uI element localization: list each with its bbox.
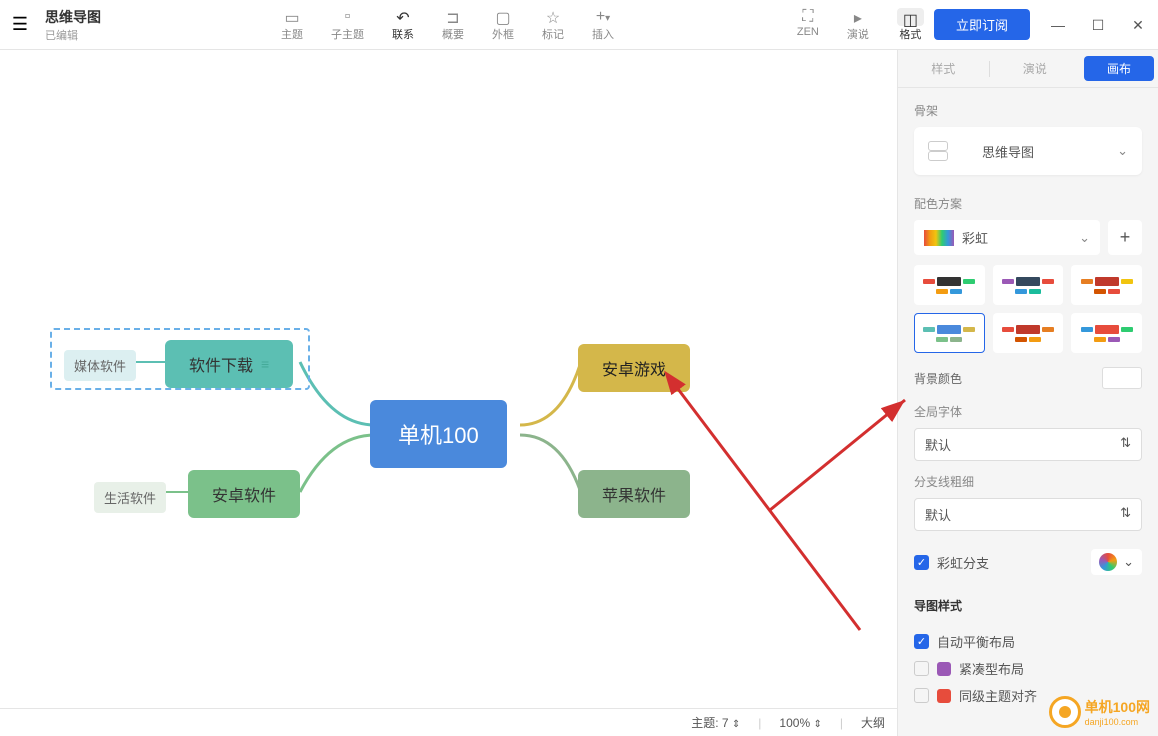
watermark: 单机100网 danji100.com [1049,696,1150,728]
rainbow-branch-label: 彩虹分支 [937,553,989,572]
document-title: 思维导图 [45,7,101,27]
tool-topic[interactable]: ▭主题 [281,8,303,42]
play-icon: ▸ [847,8,869,26]
mindmap-canvas[interactable]: 媒体软件 软件下载 生活软件 安卓软件 单机100 安卓游戏 苹果软件 主题: … [0,50,898,736]
branchwidth-label: 分支线粗细 [914,473,1142,490]
divider: | [758,716,761,730]
skeleton-icon [928,141,968,161]
relationship-icon: ↶ [392,8,414,26]
plus-icon: +▾ [592,8,614,26]
summary-icon: ⊐ [442,8,464,26]
branchwidth-select[interactable]: 默认⇅ [914,498,1142,531]
main-toolbar: ▭主题 ▫子主题 ↶联系 ⊐概要 ▢外框 ☆标记 +▾插入 [281,8,614,42]
tool-relationship[interactable]: ↶联系 [392,8,414,42]
globalfont-label: 全局字体 [914,403,1142,420]
outline-toggle[interactable]: 大纲 [861,714,885,731]
chevron-down-icon: ⌄ [1117,143,1128,159]
subscribe-button[interactable]: 立即订阅 [934,9,1030,40]
bgcolor-picker[interactable] [1102,367,1142,389]
node-apple-software[interactable]: 苹果软件 [578,470,690,518]
bgcolor-label: 背景颜色 [914,370,1094,387]
rainbow-swatch-icon [924,230,954,246]
maximize-button[interactable]: ☐ [1078,10,1118,40]
tool-marker[interactable]: ☆标记 [542,8,564,42]
auto-balance-checkbox[interactable]: ✓ [914,634,929,649]
globalfont-select[interactable]: 默认⇅ [914,428,1142,461]
tab-canvas[interactable]: 画布 [1084,56,1154,81]
samelevel-label: 同级主题对齐 [959,686,1037,705]
mapstyle-title: 导图样式 [914,597,1142,614]
tool-insert[interactable]: +▾插入 [592,8,614,42]
rainbow-mode-selector[interactable]: ⌄ [1091,549,1142,575]
colorscheme-selector[interactable]: 彩虹 ⌄ [914,220,1100,255]
chevron-down-icon: ⌄ [1079,230,1090,246]
format-sidebar: 样式 演说 画布 骨架 思维导图 ⌄ 配色方案 彩虹 ⌄ + [898,50,1158,736]
node-android-software[interactable]: 安卓软件 [188,470,300,518]
node-central[interactable]: 单机100 [370,400,507,468]
skeleton-title: 骨架 [914,102,1142,119]
zen-icon: ⛶ [797,8,819,26]
star-icon: ☆ [542,8,564,26]
tab-present[interactable]: 演说 [990,60,1081,77]
tool-subtopic[interactable]: ▫子主题 [331,8,364,42]
scheme-option-3[interactable] [1071,265,1142,305]
scheme-option-2[interactable] [993,265,1064,305]
node-android-game[interactable]: 安卓游戏 [578,344,690,392]
divider: | [840,716,843,730]
tool-format[interactable]: ◫格式 [897,8,924,42]
chevron-down-icon: ⌄ [1123,554,1134,570]
close-button[interactable]: ✕ [1118,10,1158,40]
format-icon: ◫ [897,8,924,26]
boundary-icon: ▢ [492,8,514,26]
tool-zen[interactable]: ⛶ZEN [797,8,819,42]
align-icon [937,689,951,703]
node-media-software[interactable]: 媒体软件 [64,350,136,381]
node-life-software[interactable]: 生活软件 [94,482,166,513]
node-software-download[interactable]: 软件下载 [165,340,293,388]
auto-balance-label: 自动平衡布局 [937,632,1015,651]
scheme-option-6[interactable] [1071,313,1142,353]
subtopic-icon: ▫ [331,8,364,26]
status-bar: 主题: 7 ⇕ | 100% ⇕ | 大纲 [0,708,897,736]
view-toolbar: ⛶ZEN ▸演说 ◫格式 [797,8,924,42]
colorscheme-title: 配色方案 [914,195,1142,212]
updown-icon: ⇅ [1120,505,1131,524]
compact-checkbox[interactable] [914,661,929,676]
topic-icon: ▭ [281,8,303,26]
minimize-button[interactable]: — [1038,10,1078,40]
updown-icon: ⇅ [1120,435,1131,454]
scheme-option-4[interactable] [914,313,985,353]
tab-style[interactable]: 样式 [898,60,989,77]
rainbow-branch-checkbox[interactable]: ✓ [914,555,929,570]
add-scheme-button[interactable]: + [1108,220,1142,255]
skeleton-selector[interactable]: 思维导图 ⌄ [914,127,1142,175]
document-title-block: 思维导图 已编辑 [45,7,101,43]
scheme-option-5[interactable] [993,313,1064,353]
scheme-option-1[interactable] [914,265,985,305]
tool-summary[interactable]: ⊐概要 [442,8,464,42]
rainbow-ring-icon [1099,553,1117,571]
compact-label: 紧凑型布局 [959,659,1024,678]
samelevel-checkbox[interactable] [914,688,929,703]
compact-icon [937,662,951,676]
zoom-level[interactable]: 100% ⇕ [779,716,821,730]
topic-count: 主题: 7 ⇕ [691,714,740,731]
tool-present[interactable]: ▸演说 [847,8,869,42]
tool-boundary[interactable]: ▢外框 [492,8,514,42]
document-status: 已编辑 [45,27,101,43]
menu-button[interactable]: ☰ [0,14,40,35]
